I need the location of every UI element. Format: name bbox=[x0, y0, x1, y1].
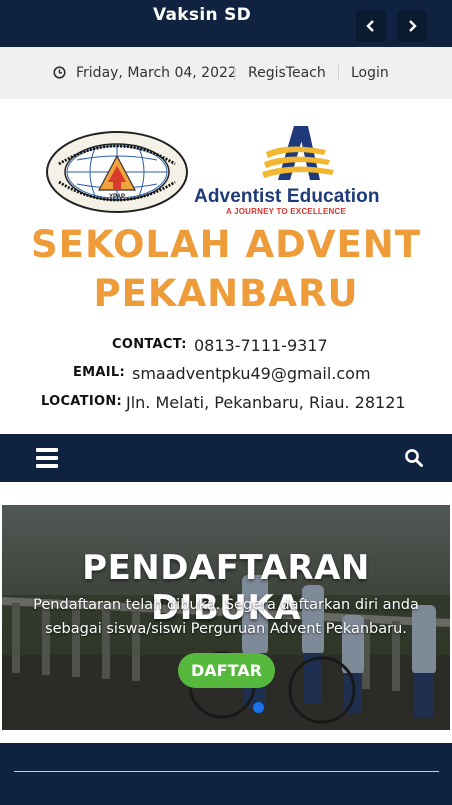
email-row: EMAIL: smaadventpku49@gmail.com bbox=[0, 364, 452, 388]
school-title-line1: SEKOLAH ADVENT bbox=[31, 223, 421, 266]
school-title-line2: PEKANBARU bbox=[93, 272, 359, 315]
email-label: EMAIL: bbox=[73, 365, 125, 380]
divider bbox=[338, 65, 339, 81]
adventist-education-tagline: A JOURNEY TO EXCELLENCE bbox=[226, 207, 347, 216]
hero-slider: PENDAFTARAN DIBUKA Pendaftaran telah dib… bbox=[2, 505, 450, 730]
footer-section bbox=[0, 743, 452, 805]
top-bar: Friday, March 04, 2022 RegisTeach Login bbox=[0, 47, 452, 99]
ticker-prev-button[interactable] bbox=[356, 10, 386, 42]
clock-icon bbox=[53, 66, 66, 79]
divider bbox=[234, 65, 235, 81]
contact-label: CONTACT: bbox=[112, 337, 187, 352]
ypap-logo[interactable]: YPAP bbox=[45, 130, 189, 214]
slider-dot-active[interactable] bbox=[253, 702, 264, 713]
contact-phone[interactable]: 0813-7111-9317 bbox=[194, 336, 328, 355]
footer-divider bbox=[14, 771, 439, 772]
login-link[interactable]: Login bbox=[351, 65, 389, 81]
ticker-next-button[interactable] bbox=[397, 10, 427, 42]
ticker-headline[interactable]: Vaksin SD bbox=[153, 5, 251, 25]
slide-description: Pendaftaran telah dibuka. Segera daftark… bbox=[33, 597, 419, 637]
current-date: Friday, March 04, 2022 bbox=[76, 65, 237, 81]
daftar-button[interactable]: DAFTAR bbox=[178, 653, 275, 688]
news-ticker: Vaksin SD bbox=[0, 0, 452, 47]
adventist-education-logo[interactable]: Adventist Education A JOURNEY TO EXCELLE… bbox=[192, 122, 412, 218]
chevron-left-icon bbox=[366, 20, 374, 32]
location-label: LOCATION: bbox=[41, 394, 122, 409]
hamburger-menu-icon[interactable] bbox=[36, 448, 58, 468]
email-address[interactable]: smaadventpku49@gmail.com bbox=[132, 364, 371, 383]
search-icon[interactable] bbox=[404, 448, 424, 468]
location-address: Jln. Melati, Pekanbaru, Riau. 28121 bbox=[126, 393, 406, 412]
adventist-a-emblem bbox=[262, 126, 334, 180]
school-title: SEKOLAH ADVENT PEKANBARU bbox=[0, 220, 452, 318]
main-navbar bbox=[0, 434, 452, 482]
location-row: LOCATION: Jln. Melati, Pekanbaru, Riau. … bbox=[0, 393, 452, 417]
registeach-link[interactable]: RegisTeach bbox=[248, 65, 326, 81]
adventist-education-name: Adventist Education bbox=[194, 186, 380, 207]
chevron-right-icon bbox=[409, 20, 417, 32]
contact-row: CONTACT: 0813-7111-9317 bbox=[0, 336, 452, 360]
